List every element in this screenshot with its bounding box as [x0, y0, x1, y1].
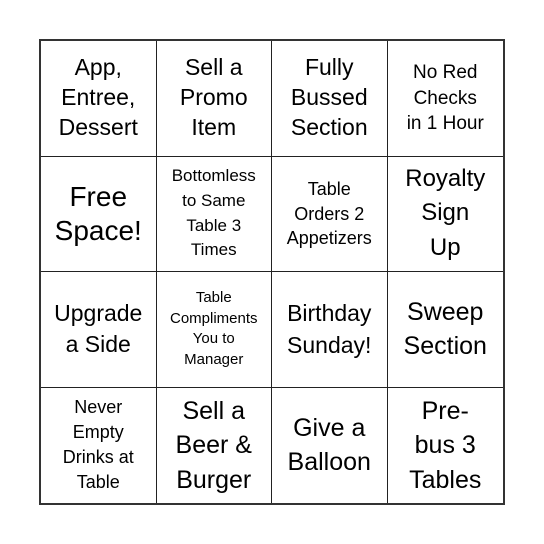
- cell-text: Fully Bussed Section: [290, 54, 368, 141]
- cell-text: Birthday Sunday!: [287, 300, 372, 359]
- bingo-cell[interactable]: Royalty Sign Up: [387, 157, 503, 272]
- bingo-cell[interactable]: Sweep Section: [387, 272, 503, 388]
- bingo-cell[interactable]: Fully Bussed Section: [272, 41, 388, 157]
- bingo-cell[interactable]: Sell a Beer & Burger: [157, 387, 272, 503]
- cell-text: Table Orders 2 Appetizers: [286, 179, 372, 248]
- bingo-cell[interactable]: Pre- bus 3 Tables: [388, 388, 504, 504]
- bingo-cell[interactable]: Table Orders 2 Appetizers: [272, 156, 388, 272]
- bingo-cell[interactable]: Birthday Sunday!: [272, 272, 388, 388]
- cell-text: Pre- bus 3 Tables: [409, 396, 482, 494]
- bingo-cell[interactable]: Bottomless to Same Table 3 Times: [156, 156, 272, 272]
- bingo-card: App, Entree, Dessert Sell a Promo Item F…: [39, 39, 505, 505]
- cell-text: Royalty Sign Up: [405, 164, 486, 262]
- bingo-cell[interactable]: No Red Checks in 1 Hour: [387, 41, 503, 157]
- bingo-cell[interactable]: Never Empty Drinks at Table: [41, 387, 157, 503]
- cell-text: Sell a Promo Item: [179, 54, 248, 141]
- cell-text: Free Space!: [54, 180, 142, 246]
- cell-text: No Red Checks in 1 Hour: [406, 62, 484, 134]
- bingo-cell[interactable]: App, Entree, Dessert: [41, 41, 157, 157]
- bingo-cell-free-space[interactable]: Free Space!: [41, 156, 157, 272]
- cell-text: Upgrade a Side: [54, 299, 143, 358]
- cell-text: Sweep Section: [403, 297, 487, 361]
- bingo-cell[interactable]: Table Compliments You to Manager: [156, 272, 272, 388]
- cell-text: Table Compliments You to Manager: [169, 288, 258, 368]
- bingo-cell[interactable]: Sell a Promo Item: [156, 41, 272, 157]
- cell-text: Never Empty Drinks at Table: [62, 396, 134, 493]
- cell-text: Sell a Beer & Burger: [175, 396, 252, 494]
- cell-text: Bottomless to Same Table 3 Times: [171, 166, 256, 260]
- cell-text: Give a Balloon: [287, 413, 371, 477]
- cell-text: App, Entree, Dessert: [58, 54, 138, 141]
- bingo-cell[interactable]: Upgrade a Side: [41, 272, 157, 388]
- bingo-cell[interactable]: Give a Balloon: [272, 387, 388, 503]
